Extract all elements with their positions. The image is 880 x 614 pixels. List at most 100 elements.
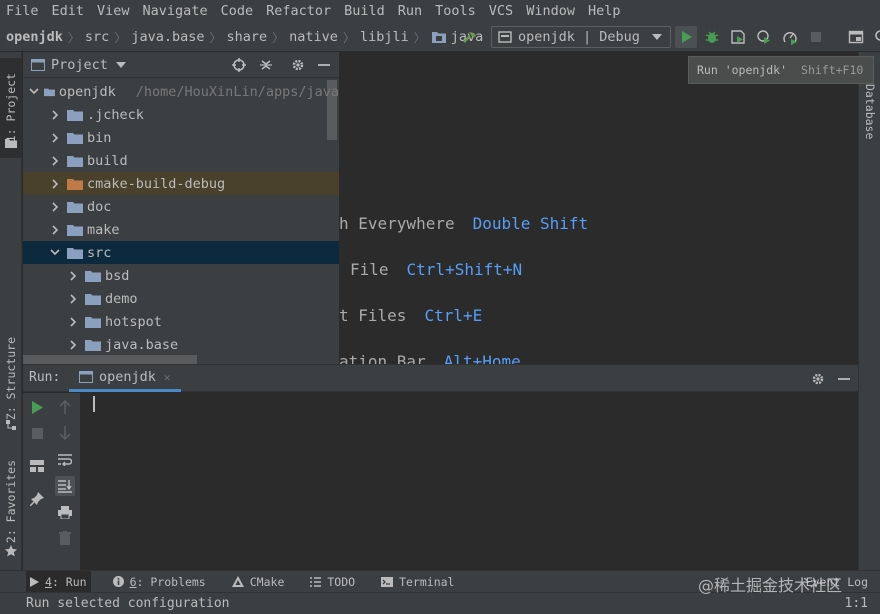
rerun-button[interactable] (27, 397, 47, 417)
tooltip-shortcut: Shift+F10 (801, 63, 864, 77)
minimize-icon (838, 378, 850, 380)
bug-icon (705, 31, 719, 43)
restore-layout-button[interactable] (27, 456, 47, 476)
tab-terminal[interactable]: Terminal (377, 571, 458, 593)
menu-tools[interactable]: Tools (435, 3, 476, 19)
settings-button[interactable] (289, 56, 307, 74)
build-hammer-button[interactable] (459, 26, 481, 48)
breadcrumb-java-base[interactable]: java.base (131, 29, 204, 45)
breadcrumb-libjli[interactable]: libjli (360, 29, 409, 45)
scroll-down-button[interactable] (55, 423, 75, 443)
tree-label: demo (105, 290, 138, 307)
breadcrumb-native[interactable]: native (289, 29, 338, 45)
pin-tab-button[interactable] (27, 489, 47, 509)
tree-item-doc[interactable]: doc (23, 195, 339, 218)
project-panel: Project openjdk /home/HouXinLin/apps/jav… (23, 52, 339, 364)
run-panel-header: Run: openjdk ✕ (23, 365, 858, 392)
menu-view[interactable]: View (97, 3, 130, 19)
gear-icon (292, 59, 304, 71)
hint-search-everywhere: h Everywhere Double Shift (339, 214, 589, 233)
tree-root-openjdk[interactable]: openjdk /home/HouXinLin/apps/java (23, 80, 339, 103)
tree-label: java.base (105, 336, 179, 353)
project-folder-icon (31, 58, 45, 71)
tree-item-cmake-build-debug[interactable]: cmake-build-debug (23, 172, 339, 195)
menu-help[interactable]: Help (588, 3, 621, 19)
layout-icon (30, 460, 44, 472)
tree-item-jcheck[interactable]: .jcheck (23, 103, 339, 126)
breadcrumb-openjdk[interactable]: openjdk (6, 29, 63, 45)
menu-navigate[interactable]: Navigate (143, 3, 208, 19)
printer-icon (58, 505, 72, 519)
chevron-down-icon[interactable] (115, 61, 126, 68)
menu-refactor[interactable]: Refactor (266, 3, 331, 19)
chevron-right-icon (47, 109, 63, 120)
breadcrumb-share[interactable]: share (227, 29, 268, 45)
toolbar: openjdk | Debug (455, 22, 880, 52)
project-structure-button[interactable] (845, 26, 867, 48)
tree-item-build[interactable]: build (23, 149, 339, 172)
terminal-icon (381, 576, 394, 587)
run-configuration-select[interactable]: openjdk | Debug (491, 26, 671, 48)
print-button[interactable] (55, 502, 75, 522)
tab-cmake[interactable]: CMake (228, 571, 289, 593)
search-everywhere-button[interactable] (871, 26, 880, 48)
tree-label: src (87, 244, 112, 261)
chevron-right-icon: 〉 (342, 30, 355, 45)
tab-todo[interactable]: TODO (306, 571, 359, 593)
tree-item-bsd[interactable]: bsd (23, 264, 339, 287)
run-tab-openjdk[interactable]: openjdk ✕ (69, 365, 181, 392)
tree-item-make[interactable]: make (23, 218, 339, 241)
tab-database[interactable]: Database (859, 82, 880, 142)
close-icon[interactable]: ✕ (164, 371, 171, 384)
locate-button[interactable] (230, 56, 248, 74)
tab-problems[interactable]: 6: Problems (109, 571, 210, 593)
run-settings-button[interactable] (809, 370, 827, 388)
menu-vcs[interactable]: VCS (489, 3, 513, 19)
text-caret (93, 396, 95, 412)
hide-panel-button[interactable] (315, 56, 333, 74)
debug-button[interactable] (701, 26, 723, 48)
collapse-icon (260, 60, 272, 70)
folder-icon (85, 316, 101, 328)
soft-wrap-button[interactable] (55, 450, 75, 470)
chevron-right-icon: 〉 (413, 30, 426, 45)
collapse-all-button[interactable] (257, 56, 275, 74)
menu-edit[interactable]: Edit (52, 3, 85, 19)
tree-label: bin (87, 129, 112, 146)
run-button[interactable] (674, 26, 697, 48)
tree-item-hotspot[interactable]: hotspot (23, 310, 339, 333)
tree-label: build (87, 152, 128, 169)
scroll-to-end-button[interactable] (55, 476, 75, 496)
menu-window[interactable]: Window (526, 3, 575, 19)
star-icon (0, 544, 22, 558)
breadcrumb-src[interactable]: src (85, 29, 109, 45)
folder-icon (85, 270, 101, 282)
chevron-right-icon: 〉 (272, 30, 285, 45)
tab-run[interactable]: 4: Run (26, 570, 91, 593)
profile-button[interactable] (753, 26, 775, 48)
clear-all-button[interactable] (55, 528, 75, 548)
horizontal-scrollbar[interactable] (23, 355, 197, 364)
tree-item-demo[interactable]: demo (23, 287, 339, 310)
tree-item-src[interactable]: src (23, 241, 339, 264)
profile-cpu-button[interactable] (779, 26, 801, 48)
tree-label: doc (87, 198, 112, 215)
editor-empty-state: h Everywhere Double Shift File Ctrl+Shift+… (339, 52, 858, 364)
caret-position[interactable]: 1:1 (845, 596, 868, 611)
hide-run-panel-button[interactable] (835, 370, 853, 388)
run-panel-label: Run: (29, 370, 61, 385)
menu-run[interactable]: Run (398, 3, 422, 19)
menu-code[interactable]: Code (221, 3, 254, 19)
stop-button[interactable] (27, 423, 47, 443)
console-output[interactable] (80, 393, 858, 571)
scroll-up-button[interactable] (55, 397, 75, 417)
left-tool-strip: 1: Project Z: Structure 2: Favorites (0, 52, 22, 570)
stop-icon (31, 427, 43, 439)
tree-item-java-base[interactable]: java.base (23, 333, 339, 356)
stop-button[interactable] (805, 26, 827, 48)
tree-item-bin[interactable]: bin (23, 126, 339, 149)
run-with-coverage-button[interactable] (727, 26, 749, 48)
tab-favorites[interactable]: 2: Favorites (0, 452, 22, 552)
menu-file[interactable]: File (6, 3, 39, 19)
menu-build[interactable]: Build (344, 3, 385, 19)
